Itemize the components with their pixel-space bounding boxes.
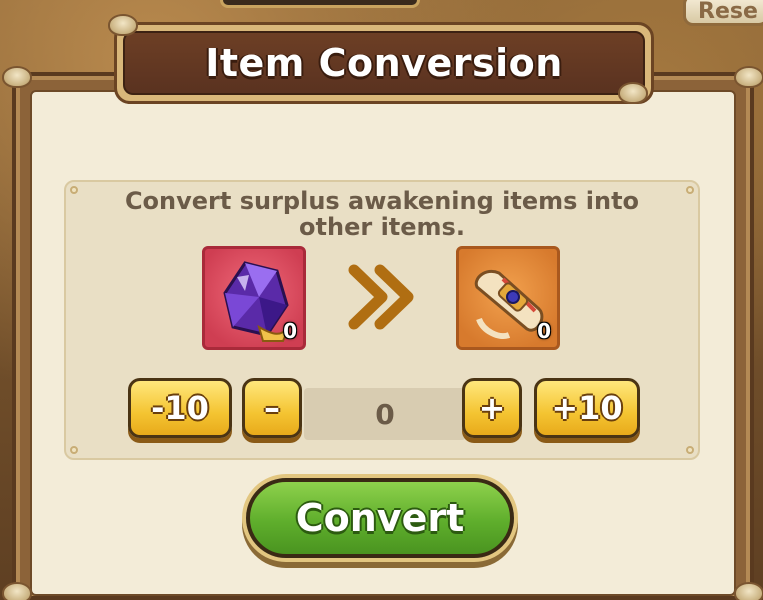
source-item-slot[interactable]: 0	[202, 246, 306, 350]
quantity-field[interactable]: 0	[304, 388, 466, 440]
target-item-count: 0	[537, 319, 551, 343]
banner-corner-ornament	[618, 82, 648, 104]
minus-button[interactable]: –	[242, 378, 302, 438]
dialog-title: Item Conversion	[205, 41, 563, 85]
panel-corner-dot	[70, 446, 78, 454]
plus-button[interactable]: +	[462, 378, 522, 438]
title-banner: Item Conversion	[114, 22, 654, 104]
conversion-panel: Convert surplus awakening items into oth…	[64, 180, 700, 460]
conversion-description: Convert surplus awakening items into oth…	[124, 187, 640, 241]
corner-ornament	[2, 582, 32, 600]
convert-button[interactable]: Convert	[246, 478, 514, 558]
title-plate: Item Conversion	[123, 31, 645, 95]
minus-ten-button[interactable]: -10	[128, 378, 232, 438]
target-item-slot[interactable]: 0	[456, 246, 560, 350]
corner-ornament	[734, 66, 763, 88]
background-top-bar	[220, 0, 420, 8]
double-chevron-right-icon	[348, 264, 414, 330]
corner-ornament	[2, 66, 32, 88]
source-item-count: 0	[283, 319, 297, 343]
plus-ten-button[interactable]: +10	[534, 378, 640, 438]
background-reset-button[interactable]: Rese	[683, 0, 763, 26]
panel-corner-dot	[686, 446, 694, 454]
corner-ornament	[734, 582, 763, 600]
banner-corner-ornament	[108, 14, 138, 36]
